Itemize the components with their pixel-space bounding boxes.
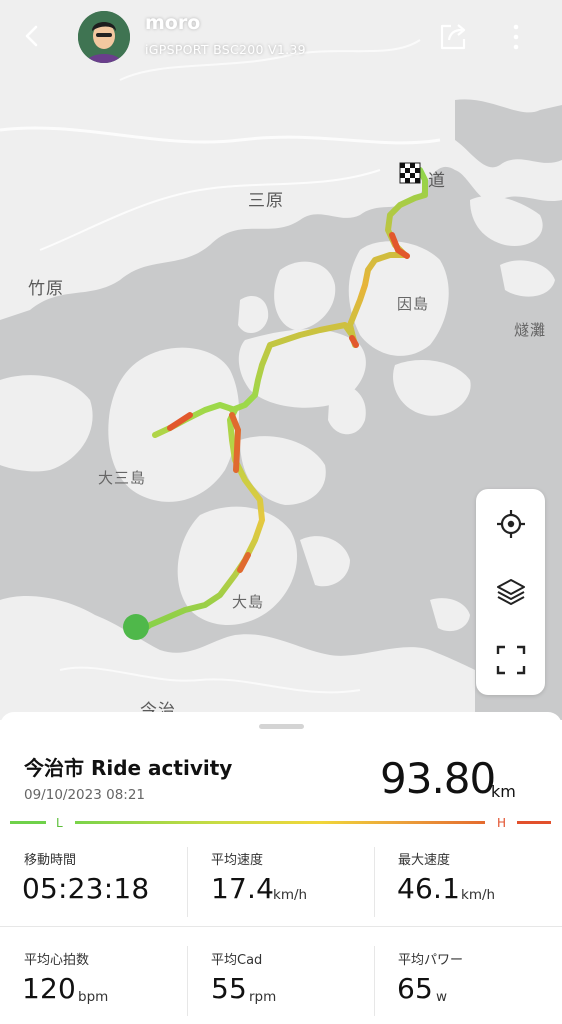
fullscreen-button[interactable] (476, 629, 545, 691)
activity-title: 今治市 Ride activity (24, 756, 233, 780)
gradient-high-label: H (497, 816, 507, 830)
stat-label: 平均パワー (398, 953, 464, 968)
gradient-low-segment (10, 821, 46, 824)
more-options-button[interactable] (506, 22, 526, 52)
share-button[interactable] (437, 20, 469, 52)
stat-unit: w (436, 989, 448, 1005)
stat-value: 17.4 (211, 872, 275, 905)
start-marker[interactable] (123, 614, 149, 640)
place-label: 道 (428, 171, 446, 191)
stat-value: 120 (22, 972, 77, 1005)
stat-unit: km/h (461, 887, 496, 903)
activity-date: 09/10/2023 08:21 (24, 787, 146, 803)
gradient-high-segment (517, 821, 551, 824)
finish-flag-icon[interactable] (399, 162, 421, 184)
place-label: 大三島 (98, 469, 147, 487)
stats-column-divider (187, 847, 188, 917)
locate-icon (496, 510, 525, 538)
user-name: moro (145, 12, 201, 34)
map-tools (476, 489, 545, 695)
stat-unit: km/h (273, 887, 308, 903)
route-map[interactable]: 道 三原 竹原 因島 燧灘 大三島 大島 今治 moro iGPSPORT BS… (0, 0, 562, 720)
place-label: 大島 (232, 593, 265, 611)
stat-value: 05:23:18 (22, 872, 150, 905)
sheet-drag-handle[interactable] (259, 724, 304, 729)
gradient-low-label: L (56, 816, 63, 830)
more-vertical-icon (513, 24, 519, 50)
stat-label: 移動時間 (24, 853, 77, 868)
place-label: 因島 (397, 295, 430, 313)
stats-column-divider (187, 946, 188, 1016)
stat-value: 65 (397, 972, 434, 1005)
stat-unit: bpm (78, 989, 109, 1005)
distance-value: 93.80 (380, 754, 496, 803)
stats-row-divider (0, 926, 562, 927)
stat-label: 最大速度 (398, 853, 451, 868)
layers-button[interactable] (476, 561, 545, 623)
stats-column-divider (374, 847, 375, 917)
share-icon (440, 24, 466, 50)
stats-column-divider (374, 946, 375, 1016)
stat-label: 平均心拍数 (24, 953, 90, 968)
chevron-left-icon (25, 25, 38, 47)
avatar[interactable] (78, 11, 130, 63)
place-label: 竹原 (28, 279, 64, 299)
fullscreen-icon (496, 645, 525, 675)
stat-value: 55 (211, 972, 248, 1005)
layers-icon (496, 579, 525, 605)
place-label: 燧灘 (514, 321, 547, 339)
stat-label: 平均速度 (211, 853, 264, 868)
device-name: iGPSPORT BSC200 V1.39 (145, 42, 306, 57)
intensity-gradient-bar (75, 821, 485, 824)
place-label: 三原 (248, 191, 284, 211)
stat-label: 平均Cad (211, 953, 263, 968)
stat-value: 46.1 (397, 872, 461, 905)
stat-unit: rpm (249, 989, 277, 1005)
back-button[interactable] (18, 22, 46, 50)
locate-button[interactable] (476, 493, 545, 555)
activity-summary-sheet[interactable]: 今治市 Ride activity 09/10/2023 08:21 93.80… (0, 712, 562, 1024)
distance-unit: km (491, 782, 516, 801)
